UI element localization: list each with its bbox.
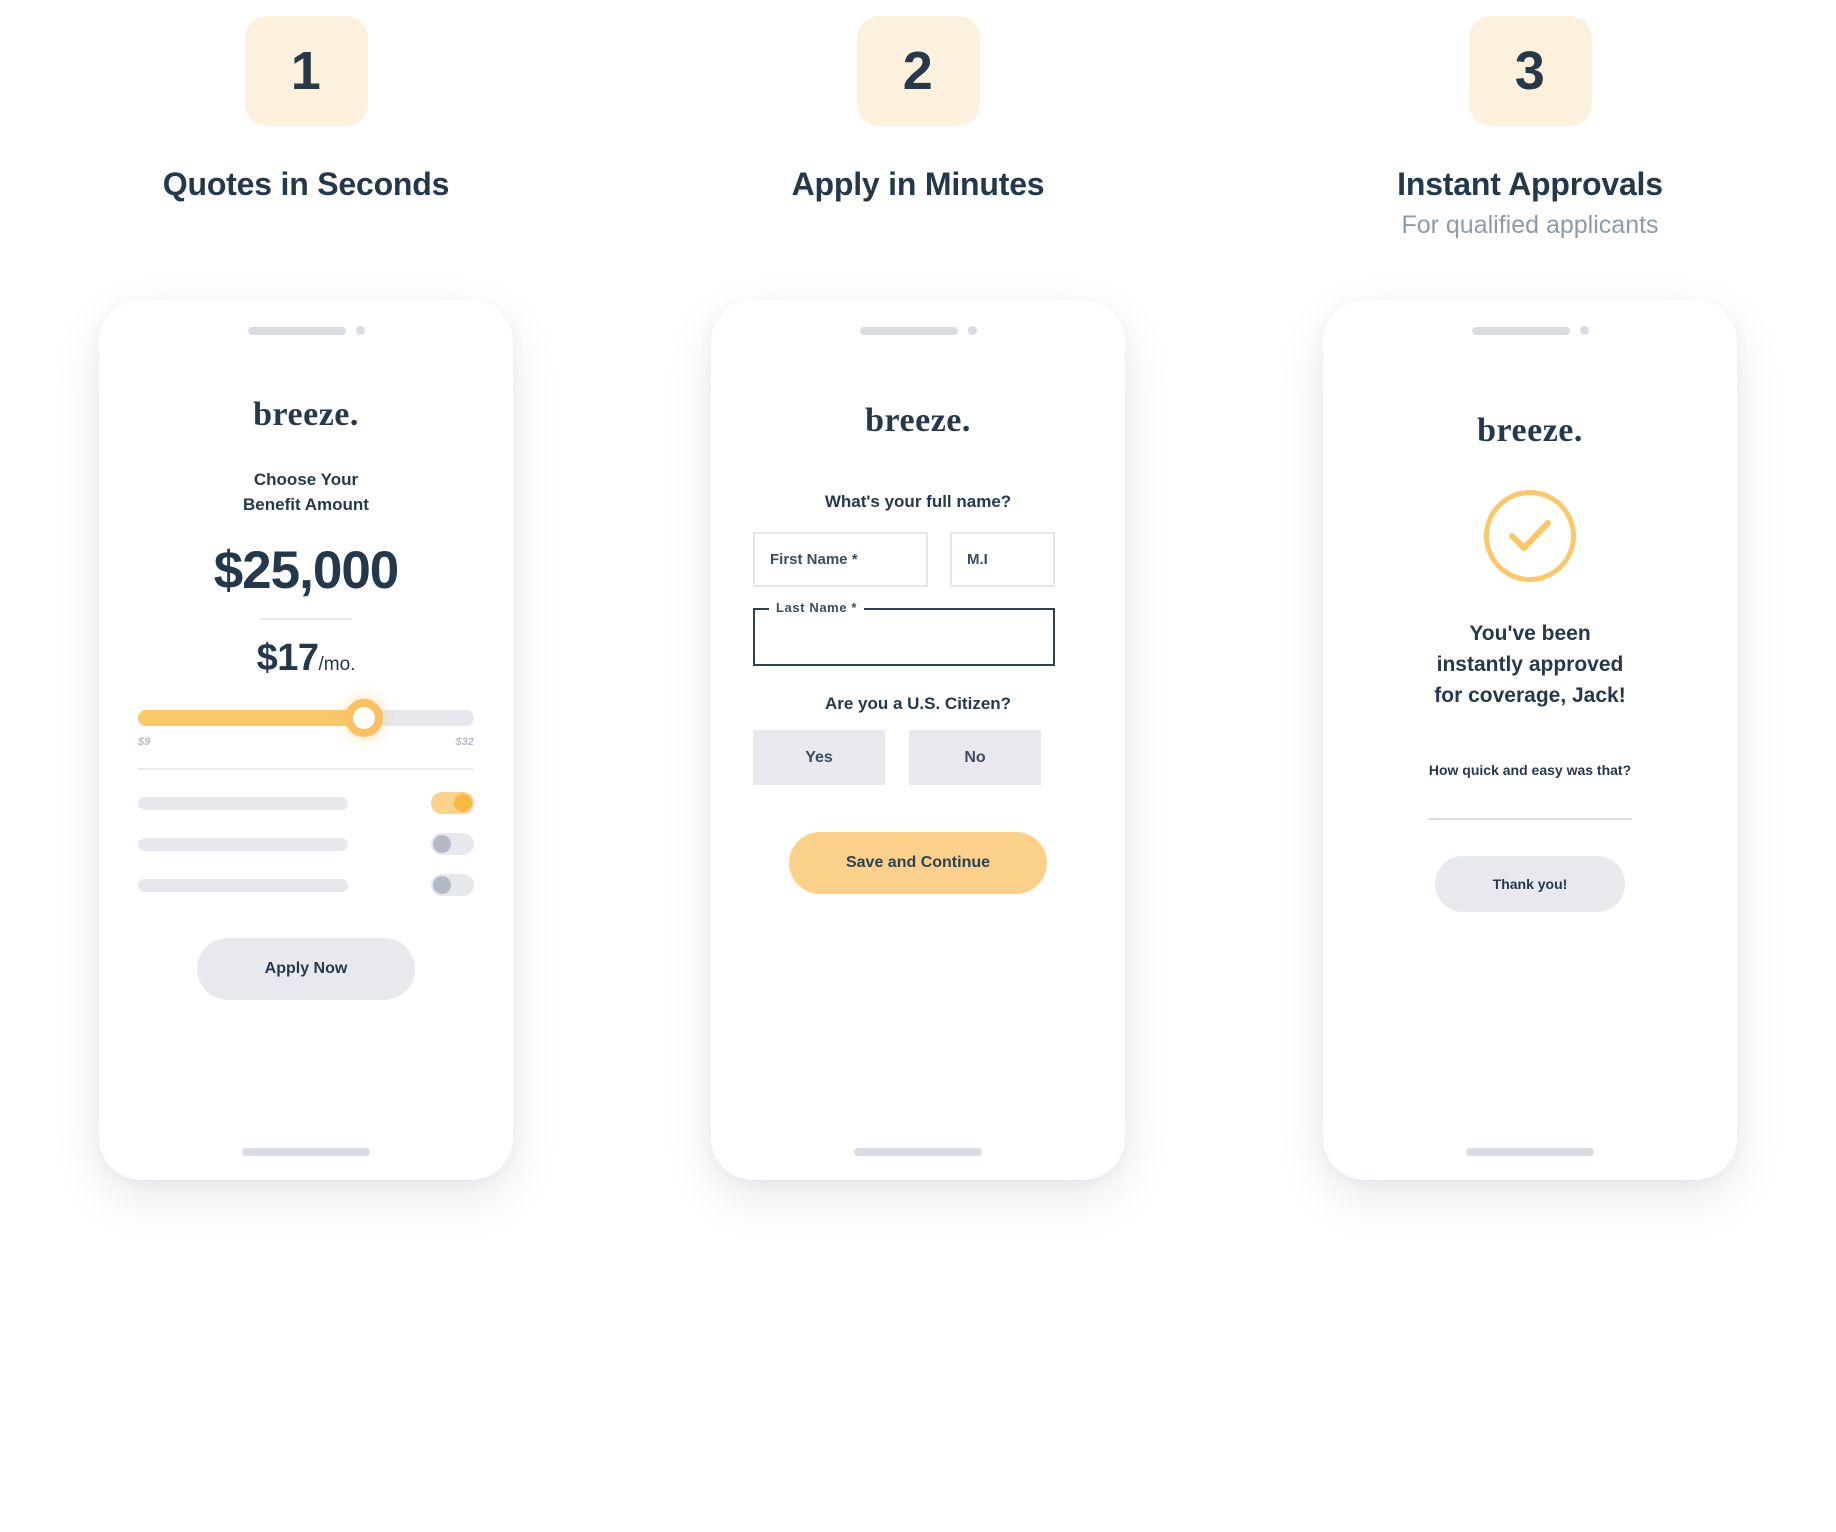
survey-question: How quick and easy was that? [1428,762,1632,778]
phones-row: breeze. Choose Your Benefit Amount $25,0… [0,300,1836,1200]
slider-scale-labels: $9 $32 [138,736,474,748]
speaker-bar-icon [859,326,958,335]
camera-dot-icon [355,326,365,335]
benefit-heading: Choose Your Benefit Amount [99,468,513,517]
home-indicator [854,1148,982,1156]
check-circle-icon [1484,490,1576,582]
phone-column-1: breeze. Choose Your Benefit Amount $25,0… [0,300,612,1200]
section-divider [138,768,474,770]
phone-notch [99,326,513,335]
step-column-1: 1 Quotes in Seconds [0,0,612,280]
page-root: 1 Quotes in Seconds 2 Apply in Minutes 3… [0,0,1836,1532]
home-indicator [1466,1148,1594,1156]
name-field-row: First Name * M.I [753,532,1083,587]
camera-dot-icon [967,326,977,335]
benefit-heading-line2: Benefit Amount [243,494,369,514]
option-row[interactable] [138,788,474,818]
home-indicator [242,1148,370,1156]
step-title-2: Apply in Minutes [791,166,1045,202]
approval-message-line3: for coverage, Jack! [1434,684,1626,708]
phone-notch [711,326,1125,335]
first-name-label: First Name * [770,551,858,568]
speaker-bar-icon [1471,326,1570,335]
option-row[interactable] [138,829,474,859]
last-name-label: Last Name * [769,600,865,615]
steps-row: 1 Quotes in Seconds 2 Apply in Minutes 3… [0,0,1836,280]
step-title-3: Instant Approvals [1397,166,1663,202]
benefit-heading-line1: Choose Your [253,470,359,489]
citizenship-choices: Yes No [753,730,1083,785]
benefit-amount-value: $25,000 [213,541,400,600]
camera-dot-icon [1579,326,1589,335]
toggle-knob [454,794,472,812]
first-name-input[interactable]: First Name * [753,532,928,587]
breeze-logo: breeze. [865,402,971,439]
citizenship-question: Are you a U.S. Citizen? [824,694,1012,713]
citizen-no-button[interactable]: No [909,730,1041,785]
option-toggle[interactable] [431,833,474,855]
breeze-logo: breeze. [1477,412,1583,449]
slider-min-label: $9 [138,736,151,748]
last-name-input[interactable]: Last Name * [753,600,1055,666]
step-badge-3: 3 [1468,16,1592,126]
citizen-yes-button[interactable]: Yes [753,730,885,785]
option-label-placeholder [138,878,348,892]
phone-column-2: breeze. What's your full name? First Nam… [612,300,1224,1200]
benefit-amount-slider[interactable] [138,699,474,737]
phone-mockup-approval: breeze. You've been instantly approved f… [1323,300,1737,1180]
monthly-price: $17/mo. [99,637,513,680]
step-badge-2: 2 [856,16,980,126]
middle-initial-input[interactable]: M.I [950,532,1055,587]
monthly-price-period: /mo. [318,654,356,675]
option-label-placeholder [138,837,348,851]
full-name-question: What's your full name? [824,492,1012,511]
monthly-price-value: $17 [256,637,319,679]
phone-column-3: breeze. You've been instantly approved f… [1224,300,1836,1200]
step-title-1: Quotes in Seconds [162,166,450,202]
slider-fill [138,710,364,726]
slider-max-label: $32 [455,736,474,748]
step-badge-1: 1 [244,16,368,126]
option-row[interactable] [138,870,474,900]
phone-notch [1323,326,1737,335]
approval-message: You've been instantly approved for cover… [1323,618,1737,711]
option-label-placeholder [138,796,348,810]
option-toggle[interactable] [431,792,474,814]
step-column-3: 3 Instant Approvals For qualified applic… [1224,0,1836,280]
toggle-knob [433,835,451,853]
approval-message-line2: instantly approved [1436,653,1624,677]
option-rows [138,788,474,911]
survey-divider [1428,818,1632,820]
phone-mockup-quote: breeze. Choose Your Benefit Amount $25,0… [99,300,513,1180]
option-toggle[interactable] [431,874,474,896]
approval-message-line1: You've been [1469,622,1591,645]
save-and-continue-button[interactable]: Save and Continue [789,832,1047,894]
slider-handle[interactable] [344,699,383,737]
apply-now-button[interactable]: Apply Now [197,938,415,1000]
speaker-bar-icon [247,326,346,335]
breeze-logo: breeze. [253,396,359,433]
amount-divider [260,618,352,620]
phone-mockup-application: breeze. What's your full name? First Nam… [711,300,1125,1180]
toggle-knob [433,876,451,894]
step-column-2: 2 Apply in Minutes [612,0,1224,280]
step-subtitle-3: For qualified applicants [1401,211,1659,239]
middle-initial-label: M.I [967,551,988,568]
thank-you-button[interactable]: Thank you! [1435,856,1625,912]
